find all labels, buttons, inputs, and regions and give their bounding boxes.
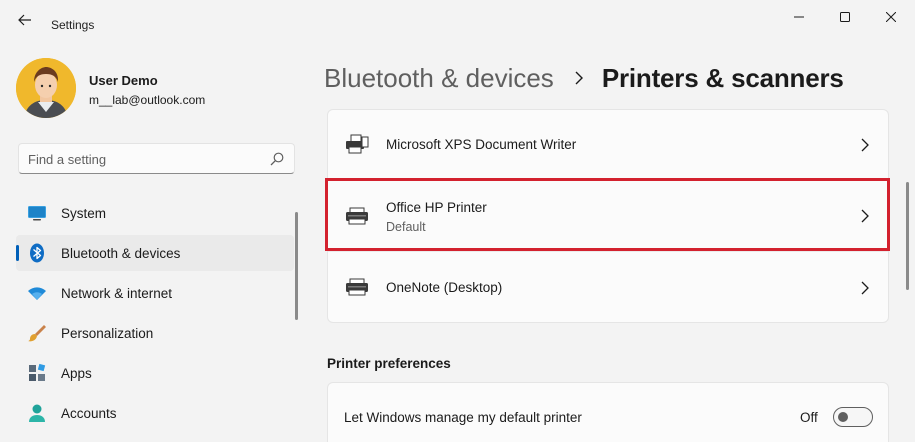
user-email: m__lab@outlook.com xyxy=(89,93,206,107)
chevron-right-icon xyxy=(861,209,869,223)
system-icon xyxy=(28,206,46,221)
close-icon xyxy=(886,12,896,22)
sidebar-item-personalization[interactable]: Personalization xyxy=(16,315,294,351)
user-avatar-icon xyxy=(16,58,76,118)
manage-default-printer-toggle[interactable] xyxy=(833,407,873,427)
printer-row-selected[interactable]: Office HP Printer Default xyxy=(328,180,888,252)
printer-name: Office HP Printer xyxy=(386,200,487,215)
chevron-right-icon xyxy=(861,138,869,152)
printer-icon xyxy=(346,207,368,225)
avatar xyxy=(16,58,76,118)
default-printer-setting: Let Windows manage my default printer Of… xyxy=(327,382,889,442)
section-title: Printer preferences xyxy=(327,356,451,371)
sidebar-nav: System Bluetooth & devices Network & int… xyxy=(16,195,294,435)
minimize-button[interactable] xyxy=(780,4,818,30)
breadcrumb-parent-link[interactable]: Bluetooth & devices xyxy=(324,63,554,94)
sidebar-item-label: Apps xyxy=(61,366,92,381)
sidebar-item-label: Personalization xyxy=(61,326,154,341)
document-printer-icon xyxy=(346,134,369,154)
printer-status: Default xyxy=(386,220,426,234)
user-name: User Demo xyxy=(89,73,158,88)
chevron-right-icon xyxy=(861,281,869,295)
apps-icon xyxy=(29,363,46,381)
sidebar-scrollbar[interactable] xyxy=(295,212,298,320)
toggle-state-label: Off xyxy=(800,410,818,425)
bluetooth-icon xyxy=(30,243,44,263)
user-profile[interactable]: User Demo m__lab@outlook.com xyxy=(16,58,296,120)
printer-row[interactable]: Microsoft XPS Document Writer xyxy=(328,110,888,180)
sidebar-item-accounts[interactable]: Accounts xyxy=(16,395,294,431)
sidebar-item-label: Accounts xyxy=(61,406,117,421)
chevron-right-icon xyxy=(575,71,583,85)
printer-icon xyxy=(346,278,368,296)
back-button[interactable] xyxy=(10,8,40,32)
brush-icon xyxy=(28,325,46,342)
printers-list: Microsoft XPS Document Writer Office HP … xyxy=(327,109,889,323)
app-title: Settings xyxy=(51,18,95,32)
sidebar-item-system[interactable]: System xyxy=(16,195,294,231)
breadcrumb: Bluetooth & devices Printers & scanners xyxy=(324,58,844,98)
back-arrow-icon xyxy=(18,14,31,26)
sidebar-item-network-internet[interactable]: Network & internet xyxy=(16,275,294,311)
search-icon[interactable] xyxy=(270,152,284,166)
printer-row[interactable]: OneNote (Desktop) xyxy=(328,252,888,322)
sidebar-item-label: System xyxy=(61,206,107,221)
sidebar-item-label: Bluetooth & devices xyxy=(61,246,181,261)
search-box[interactable] xyxy=(18,143,295,174)
page-title: Printers & scanners xyxy=(601,62,844,93)
wifi-icon xyxy=(28,287,46,300)
close-button[interactable] xyxy=(872,4,910,30)
sidebar-item-apps[interactable]: Apps xyxy=(16,355,294,391)
sidebar-item-label: Network & internet xyxy=(61,286,173,301)
toggle-knob xyxy=(838,412,848,422)
minimize-icon xyxy=(794,16,804,18)
search-input[interactable] xyxy=(28,149,263,169)
printer-name: OneNote (Desktop) xyxy=(386,280,503,295)
content-scrollbar[interactable] xyxy=(906,182,909,290)
accounts-icon xyxy=(29,404,45,422)
maximize-button[interactable] xyxy=(826,4,864,30)
sidebar-item-bluetooth-devices[interactable]: Bluetooth & devices xyxy=(16,235,294,271)
printer-name: Microsoft XPS Document Writer xyxy=(386,137,577,152)
maximize-icon xyxy=(840,12,850,22)
title-bar: Settings xyxy=(0,0,915,40)
setting-label: Let Windows manage my default printer xyxy=(344,410,582,425)
